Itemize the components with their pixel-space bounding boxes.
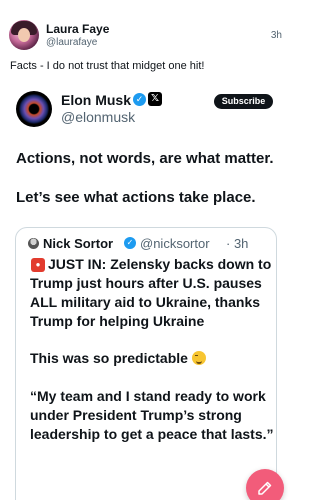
- rofl-emoji-icon: [191, 351, 206, 365]
- quoted-author-avatar: [28, 238, 39, 249]
- embedded-tweet-line-1: Actions, not words, are what matter.: [16, 150, 274, 167]
- embedded-author-name: Elon Musk: [61, 92, 132, 108]
- embedded-tweet-line-2: Let’s see what actions take place.: [16, 189, 256, 206]
- post-time: 3h: [270, 30, 282, 41]
- subscribe-button: Subscribe: [214, 94, 273, 109]
- compose-button[interactable]: [246, 469, 284, 500]
- embedded-tweet-image[interactable]: Elon Musk ✓ 𝕏 @elonmusk Subscribe Action…: [0, 78, 293, 500]
- quoted-body-text: JUST IN: Zelensky backs down to Trump ju…: [30, 256, 272, 329]
- embedded-author-handle: @elonmusk: [61, 109, 136, 125]
- verified-check-icon: ✓: [124, 237, 136, 249]
- avatar-ring: [19, 94, 49, 124]
- quoted-time: · 3h: [226, 236, 249, 251]
- post-header: Laura Faye @laurafaye 3h: [0, 0, 293, 52]
- embedded-author-avatar: [16, 91, 52, 127]
- author-name[interactable]: Laura Faye: [46, 22, 109, 36]
- quoted-author-handle: @nicksortor: [140, 236, 210, 251]
- post-text: Facts - I do not trust that midget one h…: [10, 60, 205, 72]
- quoted-body: JUST IN: Zelensky backs down to Trump ju…: [30, 255, 274, 331]
- quoted-tweet: Nick Sortor ✓ @nicksortor · 3h ● JUST IN…: [15, 227, 277, 500]
- quoted-statement: “My team and I stand ready to work under…: [30, 388, 274, 442]
- verified-check-icon: ✓: [133, 93, 146, 106]
- quoted-author-name: Nick Sortor: [43, 236, 114, 251]
- compose-icon: [258, 481, 272, 495]
- avatar-face: [18, 28, 30, 42]
- author-avatar[interactable]: [9, 20, 39, 50]
- author-handle[interactable]: @laurafaye: [46, 37, 97, 48]
- quoted-predict-text: This was so predictable: [30, 350, 188, 366]
- x-logo-icon: 𝕏: [148, 92, 162, 106]
- quoted-predict-line: This was so predictable: [30, 349, 206, 368]
